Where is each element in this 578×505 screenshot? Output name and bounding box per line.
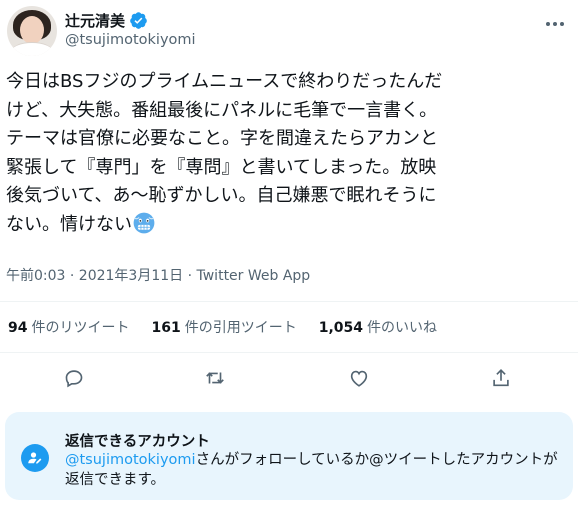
people-icon	[21, 444, 49, 472]
tweet-line: けど、大失態。番組最後にパネルに毛筆で一言書く。	[6, 99, 438, 121]
retweets-label: 件のリツイート	[31, 320, 130, 336]
retweet-button[interactable]	[201, 364, 229, 392]
reply-icon	[65, 370, 83, 388]
quotes-label: 件の引用ツイート	[184, 320, 297, 336]
reply-settings-description: @tsujimotokiyomiさんがフォローしているか@ツイートしたアカウント…	[65, 450, 560, 490]
tweet-stats: 94 件のリツイート 161 件の引用ツイート 1,054 件のいいね	[8, 315, 459, 339]
tweet-line: テーマは官僚に必要なこと。字を間違えたらアカンと	[6, 128, 438, 149]
cold-face-emoji-icon	[133, 212, 155, 233]
reply-button[interactable]	[60, 364, 88, 392]
retweets-count: 94	[8, 320, 28, 336]
likes-label: 件のいいね	[367, 320, 438, 336]
retweet-icon	[206, 372, 224, 384]
likes-count: 1,054	[318, 320, 364, 336]
tweet-header: 辻元清美 @tsujimotokiyomi	[5, 4, 573, 60]
verified-badge-icon	[130, 11, 147, 29]
name-row: 辻元清美	[65, 10, 148, 30]
likes-stat[interactable]: 1,054 件のいいね	[319, 317, 437, 337]
divider	[0, 352, 578, 353]
tweet-line: 今日はBSフジのプライムニュースで終わりだったんだ	[6, 71, 443, 92]
tweet-source[interactable]: Twitter Web App	[197, 268, 311, 284]
quotes-stat[interactable]: 161 件の引用ツイート	[151, 317, 296, 337]
retweets-stat[interactable]: 94 件のリツイート	[8, 317, 129, 337]
reply-settings-title: 返信できるアカウント	[65, 434, 210, 450]
tweet-line: 後気づいて、あ〜恥ずかしい。自己嫌悪で眠れそうに	[6, 185, 437, 206]
display-name[interactable]: 辻元清美	[65, 10, 125, 31]
user-handle[interactable]: @tsujimotokiyomi	[65, 32, 196, 48]
like-button[interactable]	[345, 364, 373, 392]
reply-restriction-box: 返信できるアカウント @tsujimotokiyomiさんがフォローしているか@…	[5, 412, 573, 500]
mention-link[interactable]: @tsujimotokiyomi	[65, 452, 196, 468]
share-icon	[493, 369, 509, 387]
like-icon	[350, 370, 368, 387]
tweet-timestamp[interactable]: 午前0:03 · 2021年3月11日 ·	[6, 268, 197, 284]
tweet-last-line: ない。情けない	[6, 211, 572, 240]
quotes-count: 161	[151, 320, 181, 336]
more-options-icon[interactable]	[543, 14, 567, 34]
tweet-line: 緊張して『専門」を『専問』と書いてしまった。放映	[6, 156, 437, 178]
avatar[interactable]	[7, 6, 57, 56]
tweet-text: 今日はBSフジのプライムニュースで終わりだったんだ けど、大失態。番組最後にパネ…	[6, 68, 572, 239]
share-button[interactable]	[487, 364, 515, 392]
tweet-line: ない。情けない	[6, 213, 132, 235]
tweet-actions	[0, 358, 578, 398]
tweet-meta: 午前0:03 · 2021年3月11日 · Twitter Web App	[6, 265, 310, 285]
divider	[0, 301, 578, 302]
